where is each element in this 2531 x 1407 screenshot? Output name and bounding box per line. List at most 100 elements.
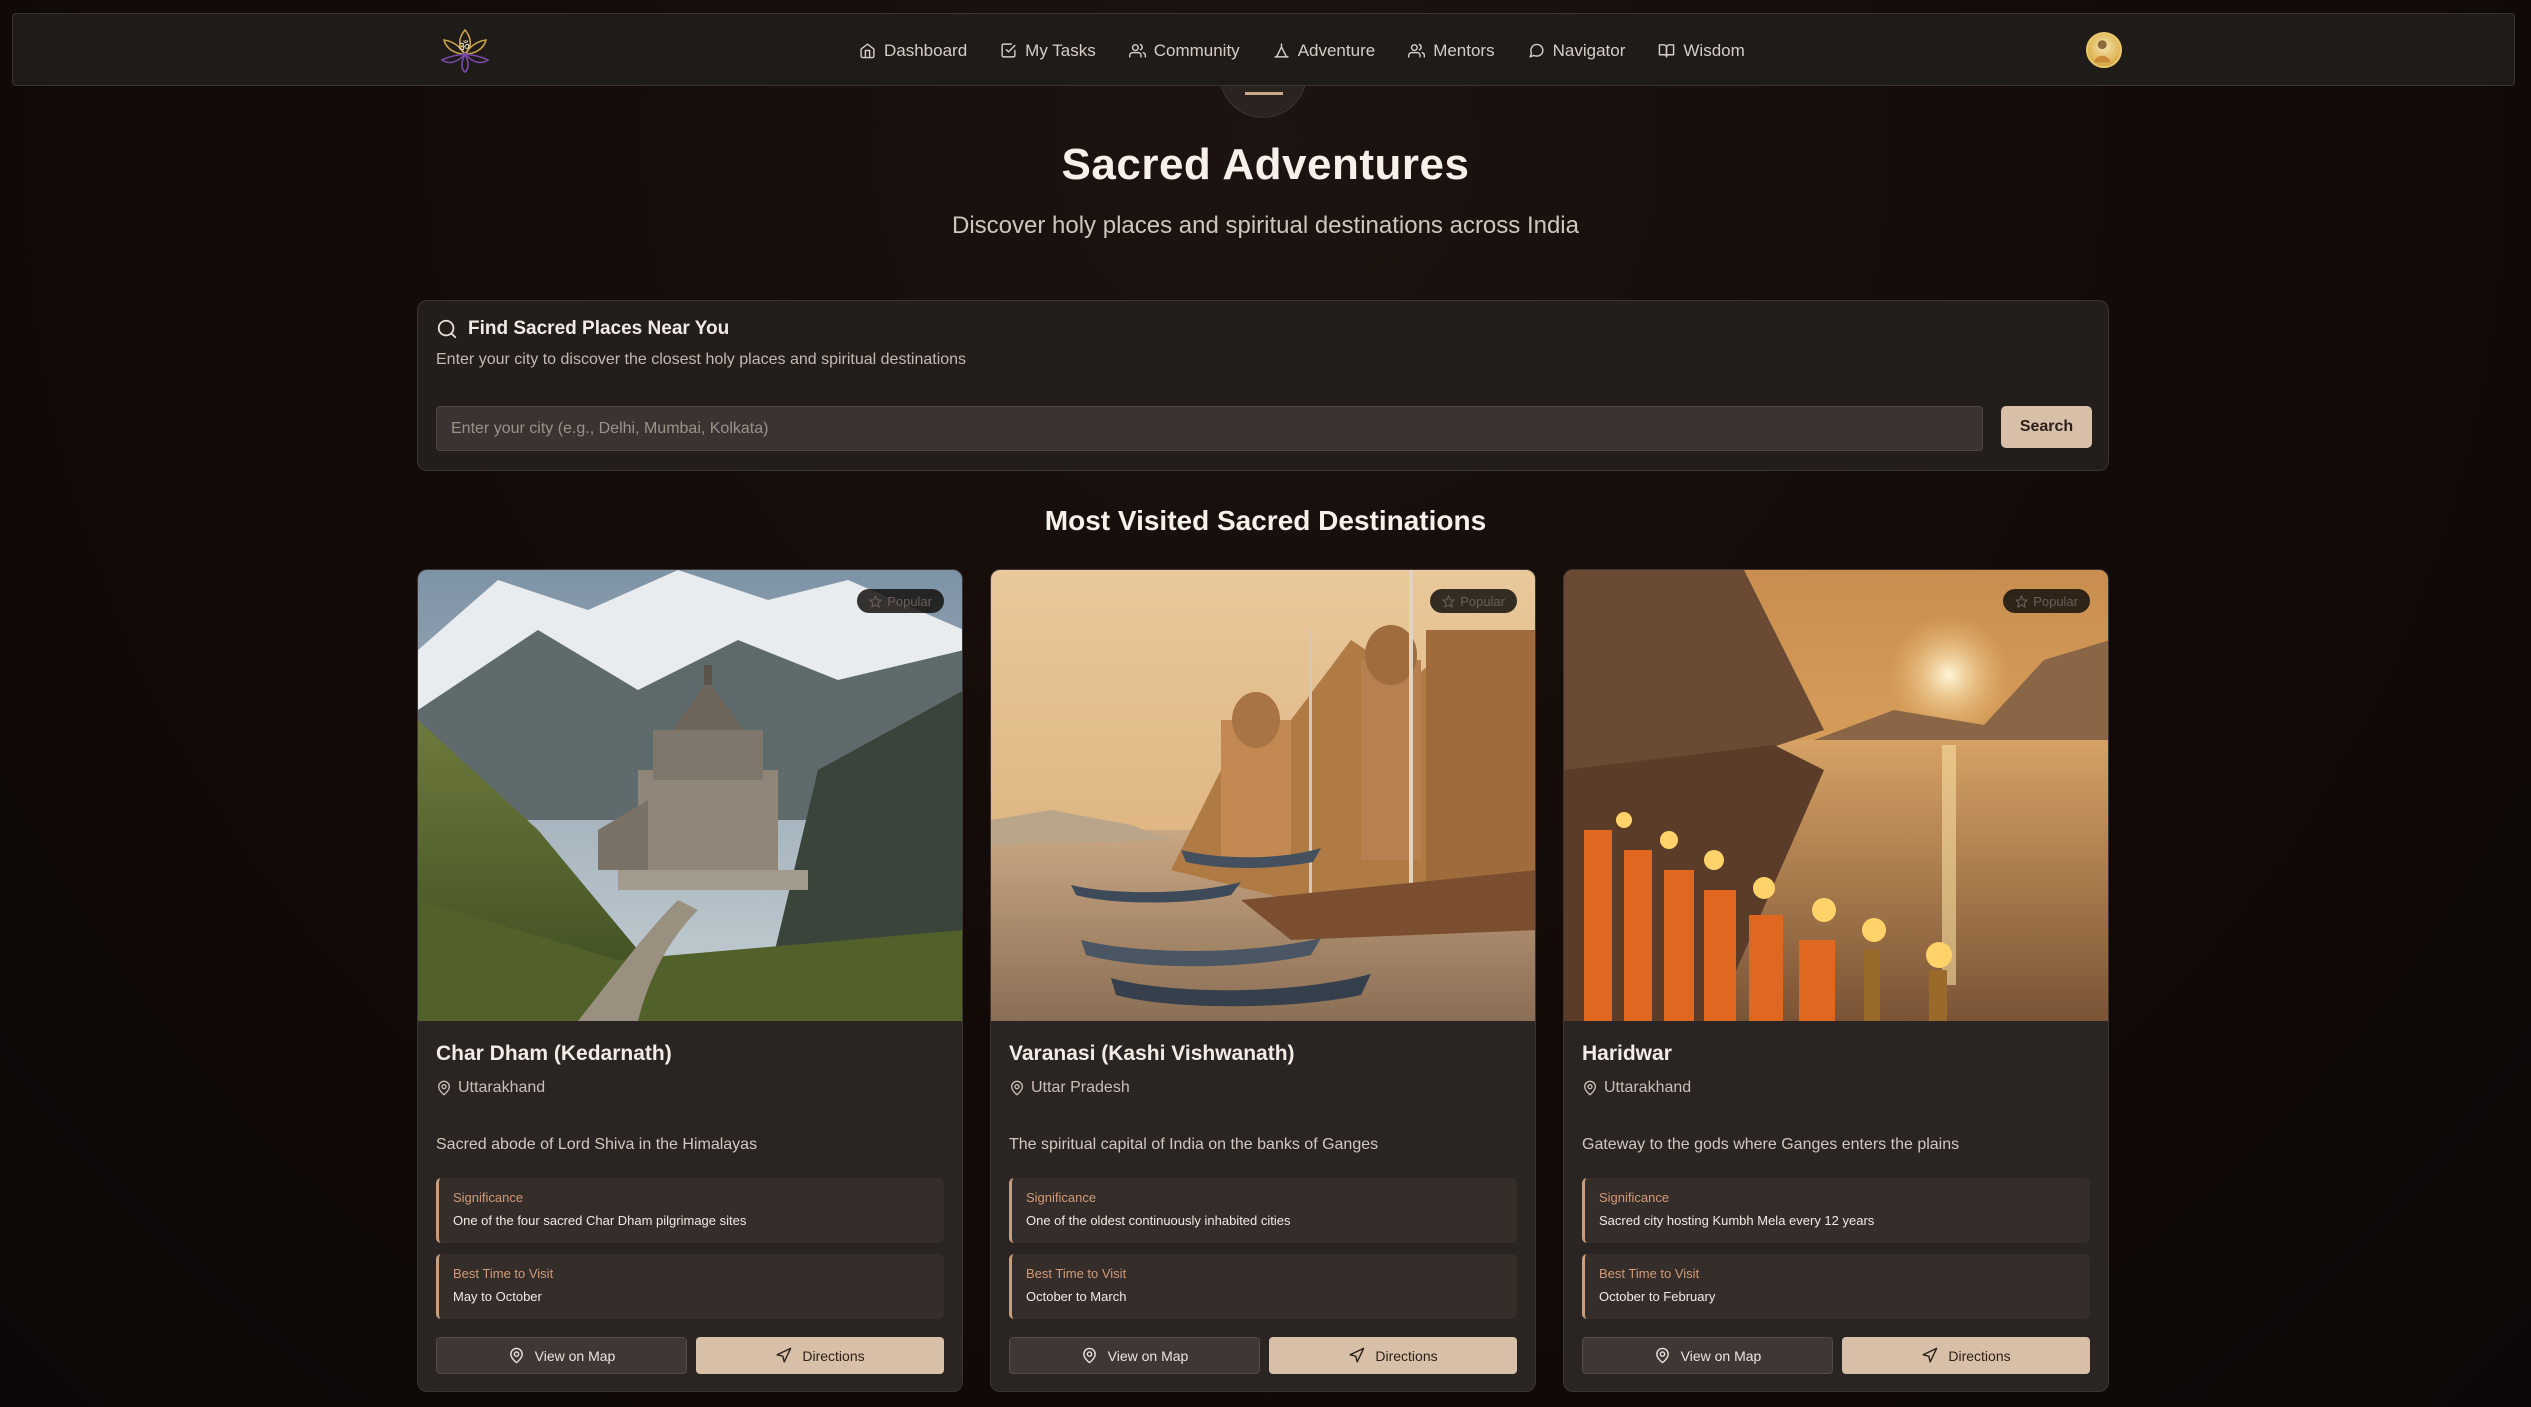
best-time-box: Best Time to Visit May to October — [436, 1254, 944, 1319]
varanasi-ghats-image — [991, 570, 1535, 1021]
nav-item-label: Dashboard — [884, 40, 968, 60]
directions-button[interactable]: Directions — [696, 1337, 944, 1374]
section-title: Most Visited Sacred Destinations — [1044, 505, 1487, 536]
find-places-description: Enter your city to discover the closest … — [436, 351, 967, 368]
nav-item-my-tasks[interactable]: My Tasks — [1000, 41, 1096, 61]
destination-name: Char Dham (Kedarnath) — [436, 1042, 672, 1065]
page-title: Sacred Adventures — [1061, 140, 1470, 189]
star-icon — [2015, 594, 2029, 608]
mountain-icon — [1274, 43, 1289, 58]
best-time-label: Best Time to Visit — [1599, 1266, 1700, 1281]
destination-description: Gateway to the gods where Ganges enters … — [1582, 1136, 1960, 1153]
destination-location: Uttarakhand — [1582, 1079, 1691, 1097]
star-icon — [869, 594, 883, 608]
nav-item-label: Adventure — [1297, 40, 1376, 60]
view-on-map-button[interactable]: View on Map — [1009, 1337, 1260, 1374]
nav-item-community[interactable]: Community — [1128, 40, 1240, 61]
main-nav: Dashboard My Tasks Community Adventure M… — [859, 14, 1745, 87]
button-label: Directions — [1375, 1347, 1438, 1364]
find-places-heading: Find Sacred Places Near You — [436, 318, 729, 340]
nav-item-adventure[interactable]: Adventure — [1273, 40, 1376, 61]
nav-item-mentors[interactable]: Mentors — [1408, 40, 1495, 61]
significance-value: Sacred city hosting Kumbh Mela every 12 … — [1599, 1213, 1875, 1228]
users-icon — [1408, 43, 1426, 58]
destination-description: Sacred abode of Lord Shiva in the Himala… — [436, 1136, 758, 1153]
significance-box: Significance One of the oldest continuou… — [1009, 1178, 1517, 1243]
nav-item-label: Community — [1153, 40, 1240, 60]
nav-item-navigator[interactable]: Navigator — [1528, 40, 1626, 61]
best-time-label: Best Time to Visit — [453, 1266, 554, 1281]
nav-item-label: Navigator — [1552, 40, 1626, 60]
navigation-arrow-icon — [1349, 1347, 1365, 1363]
significance-box: Significance Sacred city hosting Kumbh M… — [1582, 1178, 2090, 1243]
popular-badge: Popular — [857, 589, 944, 613]
star-icon — [1442, 594, 1456, 608]
view-on-map-button[interactable]: View on Map — [436, 1337, 687, 1374]
nav-item-wisdom[interactable]: Wisdom — [1658, 40, 1745, 61]
find-places-title: Find Sacred Places Near You — [468, 318, 730, 339]
best-time-box: Best Time to Visit October to February — [1582, 1254, 2090, 1319]
badge-label: Popular — [887, 593, 932, 609]
kedarnath-temple-image — [418, 570, 962, 1021]
destination-location: Uttar Pradesh — [1009, 1079, 1130, 1097]
destination-card: Popular Haridwar Uttarakhand Gateway to … — [1563, 569, 2109, 1392]
users-icon — [1128, 43, 1146, 58]
nav-item-label: Mentors — [1433, 40, 1495, 60]
svg-text:ॐ: ॐ — [458, 40, 470, 55]
button-label: Directions — [1948, 1347, 2011, 1364]
button-label: View on Map — [534, 1347, 616, 1364]
button-label: View on Map — [1680, 1347, 1762, 1364]
top-navbar: ॐ Dashboard My Tasks Community Adventure… — [12, 13, 2515, 86]
location-label: Uttarakhand — [1604, 1079, 1692, 1096]
best-time-value: October to March — [1026, 1289, 1127, 1304]
nav-item-label: Wisdom — [1683, 40, 1745, 60]
nav-item-label: My Tasks — [1025, 40, 1096, 60]
best-time-value: May to October — [453, 1289, 542, 1304]
map-pin-icon — [1583, 1080, 1597, 1096]
popular-badge: Popular — [2003, 589, 2090, 613]
badge-label: Popular — [2033, 593, 2078, 609]
significance-label: Significance — [1026, 1190, 1097, 1205]
chat-bubble-icon — [1529, 43, 1544, 58]
popular-badge: Popular — [1430, 589, 1517, 613]
map-pin-icon — [437, 1080, 451, 1096]
map-pin-icon — [1082, 1347, 1096, 1364]
destination-card: Popular Char Dham (Kedarnath) Uttarakhan… — [417, 569, 963, 1392]
destination-name: Haridwar — [1582, 1042, 1672, 1065]
user-avatar[interactable] — [2086, 32, 2122, 68]
find-places-panel: Find Sacred Places Near You Enter your c… — [417, 300, 2109, 471]
page-subtitle: Discover holy places and spiritual desti… — [952, 212, 1579, 239]
badge-label: Popular — [1460, 593, 1505, 609]
destination-name: Varanasi (Kashi Vishwanath) — [1009, 1042, 1295, 1065]
search-button[interactable]: Search — [2001, 406, 2092, 448]
navigation-arrow-icon — [776, 1347, 792, 1363]
best-time-box: Best Time to Visit October to March — [1009, 1254, 1517, 1319]
haridwar-aarti-image — [1564, 570, 2108, 1021]
home-icon — [860, 43, 875, 59]
best-time-label: Best Time to Visit — [1026, 1266, 1127, 1281]
search-icon — [437, 319, 457, 339]
view-on-map-button[interactable]: View on Map — [1582, 1337, 1833, 1374]
city-search-input[interactable] — [436, 406, 1983, 451]
significance-label: Significance — [453, 1190, 524, 1205]
directions-button[interactable]: Directions — [1842, 1337, 2090, 1374]
destination-card: Popular Varanasi (Kashi Vishwanath) Utta… — [990, 569, 1536, 1392]
checkbox-icon — [1001, 43, 1016, 58]
destination-description: The spiritual capital of India on the ba… — [1009, 1136, 1379, 1153]
nav-item-dashboard[interactable]: Dashboard — [859, 41, 967, 61]
significance-box: Significance One of the four sacred Char… — [436, 1178, 944, 1243]
significance-label: Significance — [1599, 1190, 1670, 1205]
best-time-value: October to February — [1599, 1289, 1716, 1304]
location-label: Uttar Pradesh — [1031, 1079, 1130, 1096]
significance-value: One of the oldest continuously inhabited… — [1026, 1213, 1291, 1228]
destination-location: Uttarakhand — [436, 1079, 545, 1097]
button-label: View on Map — [1107, 1347, 1189, 1364]
map-pin-icon — [1655, 1347, 1669, 1364]
location-label: Uttarakhand — [458, 1079, 546, 1096]
om-lotus-logo[interactable]: ॐ — [436, 24, 494, 76]
directions-button[interactable]: Directions — [1269, 1337, 1517, 1374]
navigation-arrow-icon — [1922, 1347, 1938, 1363]
book-icon — [1659, 44, 1675, 58]
button-label: Directions — [802, 1347, 865, 1364]
map-pin-icon — [1010, 1080, 1024, 1096]
